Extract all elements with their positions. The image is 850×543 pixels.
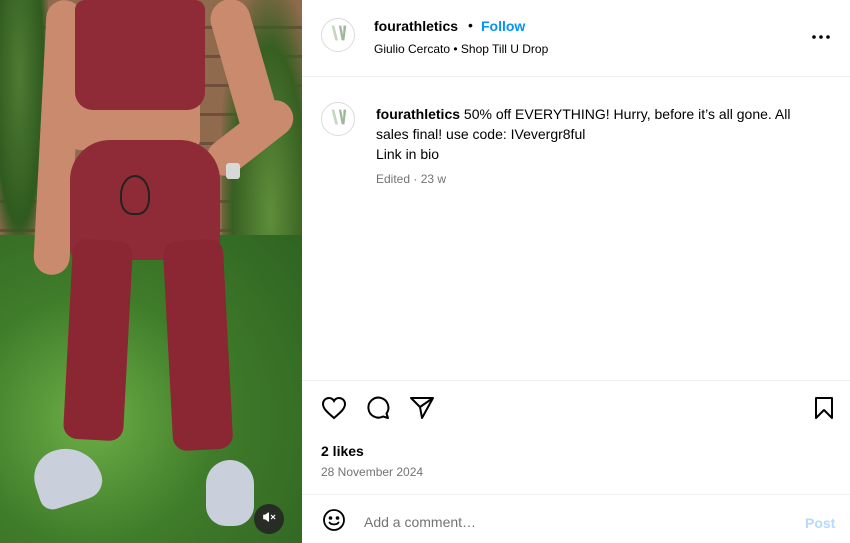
bookmark-icon — [813, 396, 835, 425]
model-leggings-left-leg — [62, 238, 134, 442]
model-leggings-right-leg — [162, 238, 234, 452]
comment-button[interactable] — [364, 396, 392, 424]
post-media-video[interactable] — [0, 0, 302, 543]
emoji-picker-button[interactable] — [321, 508, 347, 537]
fourathletics-logo-icon — [327, 22, 349, 49]
fourathletics-logo-icon — [327, 106, 349, 133]
caption-text: fourathletics 50% off EVERYTHING! Hurry,… — [376, 104, 826, 164]
post-comment-button[interactable]: Post — [805, 515, 835, 531]
caption-link-in-bio: Link in bio — [376, 146, 440, 162]
post-date[interactable]: 28 November 2024 — [321, 465, 423, 479]
caption-username-link[interactable]: fourathletics — [376, 106, 460, 122]
likes-count-link[interactable]: 2 likes — [321, 443, 364, 459]
model-watch — [226, 163, 240, 179]
save-button[interactable] — [810, 396, 838, 424]
separator-dot: • — [468, 17, 473, 33]
model-sports-bra — [75, 0, 205, 110]
share-button[interactable] — [408, 396, 436, 424]
more-options-icon — [811, 27, 831, 45]
muted-speaker-icon — [262, 510, 276, 529]
caption-meta: Edited · 23 w — [376, 172, 447, 186]
model-right-sneaker — [206, 460, 254, 526]
add-comment-bar: Post — [302, 495, 850, 543]
follow-button[interactable]: Follow — [481, 18, 525, 34]
leggings-drawstring — [120, 175, 150, 215]
caption-author-avatar[interactable] — [321, 102, 355, 136]
emoji-icon — [322, 508, 346, 537]
post-actions: 2 likes 28 November 2024 — [302, 380, 850, 495]
more-options-button[interactable] — [808, 24, 834, 48]
heart-icon — [321, 396, 347, 425]
like-button[interactable] — [320, 396, 348, 424]
post-caption: fourathletics 50% off EVERYTHING! Hurry,… — [302, 77, 850, 380]
post-header: fourathletics • Follow Giulio Cercato • … — [302, 0, 850, 77]
author-username-link[interactable]: fourathletics — [374, 18, 458, 34]
audio-attribution-link[interactable]: Giulio Cercato • Shop Till U Drop — [374, 42, 548, 56]
mute-toggle-button[interactable] — [254, 504, 284, 534]
comment-icon — [365, 395, 391, 426]
comment-input[interactable] — [364, 511, 784, 533]
post-details-panel: fourathletics • Follow Giulio Cercato • … — [302, 0, 850, 543]
share-icon — [409, 396, 435, 425]
author-avatar[interactable] — [321, 18, 355, 52]
